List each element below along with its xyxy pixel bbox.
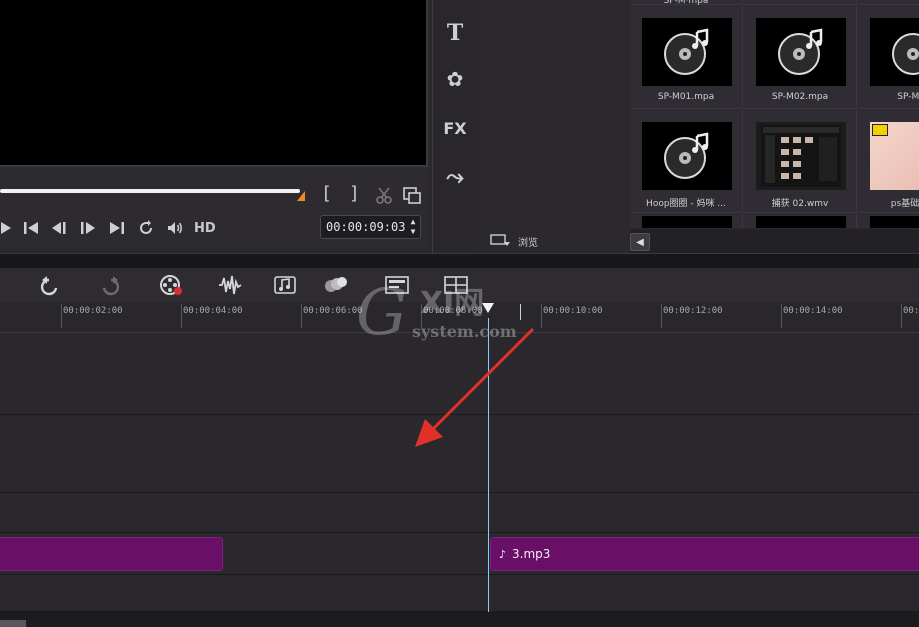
library-item[interactable] (858, 0, 919, 5)
library-item[interactable] (744, 0, 857, 5)
library-item[interactable]: ps基础教程 (858, 110, 919, 213)
snapshot-icon[interactable] (399, 183, 425, 207)
spin-down-icon[interactable]: ▼ (411, 228, 416, 236)
library-item-caption: ps基础教程 (890, 199, 919, 209)
library-item-caption: SP-M03 (897, 92, 919, 102)
timeline-track[interactable] (0, 493, 919, 533)
ruler-label: 00:00:04:00 (183, 306, 243, 316)
clip-label: 3.mp3 (512, 547, 551, 561)
audio-thumbnail (870, 18, 919, 86)
timeline-scrollbar[interactable] (0, 612, 919, 627)
library-folder-pane (479, 0, 629, 253)
audio-thumbnail (642, 122, 732, 190)
graphics-tool-icon[interactable]: ✿ (440, 64, 470, 94)
library-scrollbar[interactable] (630, 229, 919, 253)
volume-icon[interactable] (162, 216, 188, 240)
undo-icon[interactable] (36, 272, 64, 298)
timecode-field[interactable]: 00:00:09:03 ▲ ▼ (320, 215, 421, 239)
ruler-label: 00:0 (903, 306, 919, 316)
cut-icon[interactable] (371, 183, 397, 207)
library-item-caption: SP-M02.mpa (771, 92, 829, 102)
browse-icon (490, 233, 512, 250)
timecode-value: 00:00:09:03 (326, 220, 406, 234)
film-badge-icon (872, 124, 888, 136)
redo-icon[interactable] (96, 272, 124, 298)
timeline-scroll-thumb[interactable] (0, 620, 26, 627)
go-start-icon[interactable] (18, 216, 44, 240)
timecode-spinner[interactable]: ▲ ▼ (408, 218, 418, 236)
mark-out-button[interactable]: ] (349, 183, 360, 204)
fx-tool-icon[interactable]: FX (440, 113, 470, 143)
step-forward-icon[interactable] (75, 216, 101, 240)
browse-label: 浏览 (518, 237, 538, 249)
watermark-logo: G (356, 276, 408, 350)
library-item-caption: SP-M01.mpa (657, 92, 715, 102)
preview-screen (0, 0, 428, 167)
ruler-label: 00:00:12:00 (663, 306, 723, 316)
library-item[interactable] (630, 214, 743, 228)
path-tool-icon[interactable]: ⤳ (440, 162, 470, 192)
library-item[interactable]: SP-M02.mpa (744, 6, 857, 109)
ruler-label: 00:00:14:00 (783, 306, 843, 316)
library-item[interactable]: SP-M·mpa (630, 0, 743, 6)
video-thumbnail (870, 122, 919, 190)
library-grid: SP-M·mpa SP-M01.mpa SP-M02.mpa SP-M03 Ho… (630, 0, 919, 228)
record-capture-icon[interactable] (157, 272, 185, 298)
audio-mixer-icon[interactable] (216, 272, 244, 298)
ruler-label: 00:00:10:00 (543, 306, 603, 316)
go-end-icon[interactable] (104, 216, 130, 240)
audio-clip[interactable]: ♪ 3.mp3 (490, 537, 919, 571)
scrub-handle[interactable] (297, 191, 305, 201)
library-item[interactable]: SP-M01.mpa (630, 6, 743, 109)
library-item-caption: Hoop圈圈 - 妈咪 ... (646, 199, 726, 209)
library-item[interactable]: Hoop圈圈 - 妈咪 ... (630, 110, 743, 213)
audio-disc-icon (778, 28, 823, 75)
scrub-bar[interactable] (0, 189, 300, 193)
repeat-icon[interactable] (133, 216, 159, 240)
library-item[interactable] (744, 214, 857, 228)
library-item[interactable]: SP-M03 (858, 6, 919, 109)
panel-divider[interactable] (0, 253, 919, 268)
audio-thumbnail (642, 18, 732, 86)
motion-tracking-icon[interactable] (322, 272, 350, 298)
timeline-track[interactable] (0, 575, 919, 612)
audio-disc-icon (892, 33, 919, 75)
video-thumbnail (756, 122, 846, 190)
title-tool-icon[interactable]: T (440, 18, 470, 48)
play-icon[interactable] (0, 216, 18, 240)
audio-thumbnail (756, 18, 846, 86)
auto-music-icon[interactable] (271, 272, 299, 298)
watermark-brand: XI网 (420, 286, 485, 321)
audio-disc-icon (664, 28, 709, 75)
mark-in-button[interactable]: [ (321, 183, 332, 204)
annotation-arrow (415, 327, 535, 447)
audio-disc-icon (664, 132, 709, 179)
hd-toggle[interactable]: HD (194, 221, 216, 236)
library-item[interactable]: 捕获 02.wmv (744, 110, 857, 213)
step-back-icon[interactable] (46, 216, 72, 240)
ruler-label: 00:00:06:00 (303, 306, 363, 316)
ruler-label: 00:00:02:00 (63, 306, 123, 316)
spin-up-icon[interactable]: ▲ (411, 218, 416, 226)
scroll-left-icon[interactable]: ◀ (630, 233, 650, 251)
library-item[interactable] (858, 214, 919, 228)
audio-clip[interactable] (0, 537, 223, 571)
browse-button[interactable]: 浏览 (490, 231, 538, 251)
library-item-caption: 捕获 02.wmv (771, 199, 829, 209)
music-note-icon: ♪ (499, 547, 507, 561)
